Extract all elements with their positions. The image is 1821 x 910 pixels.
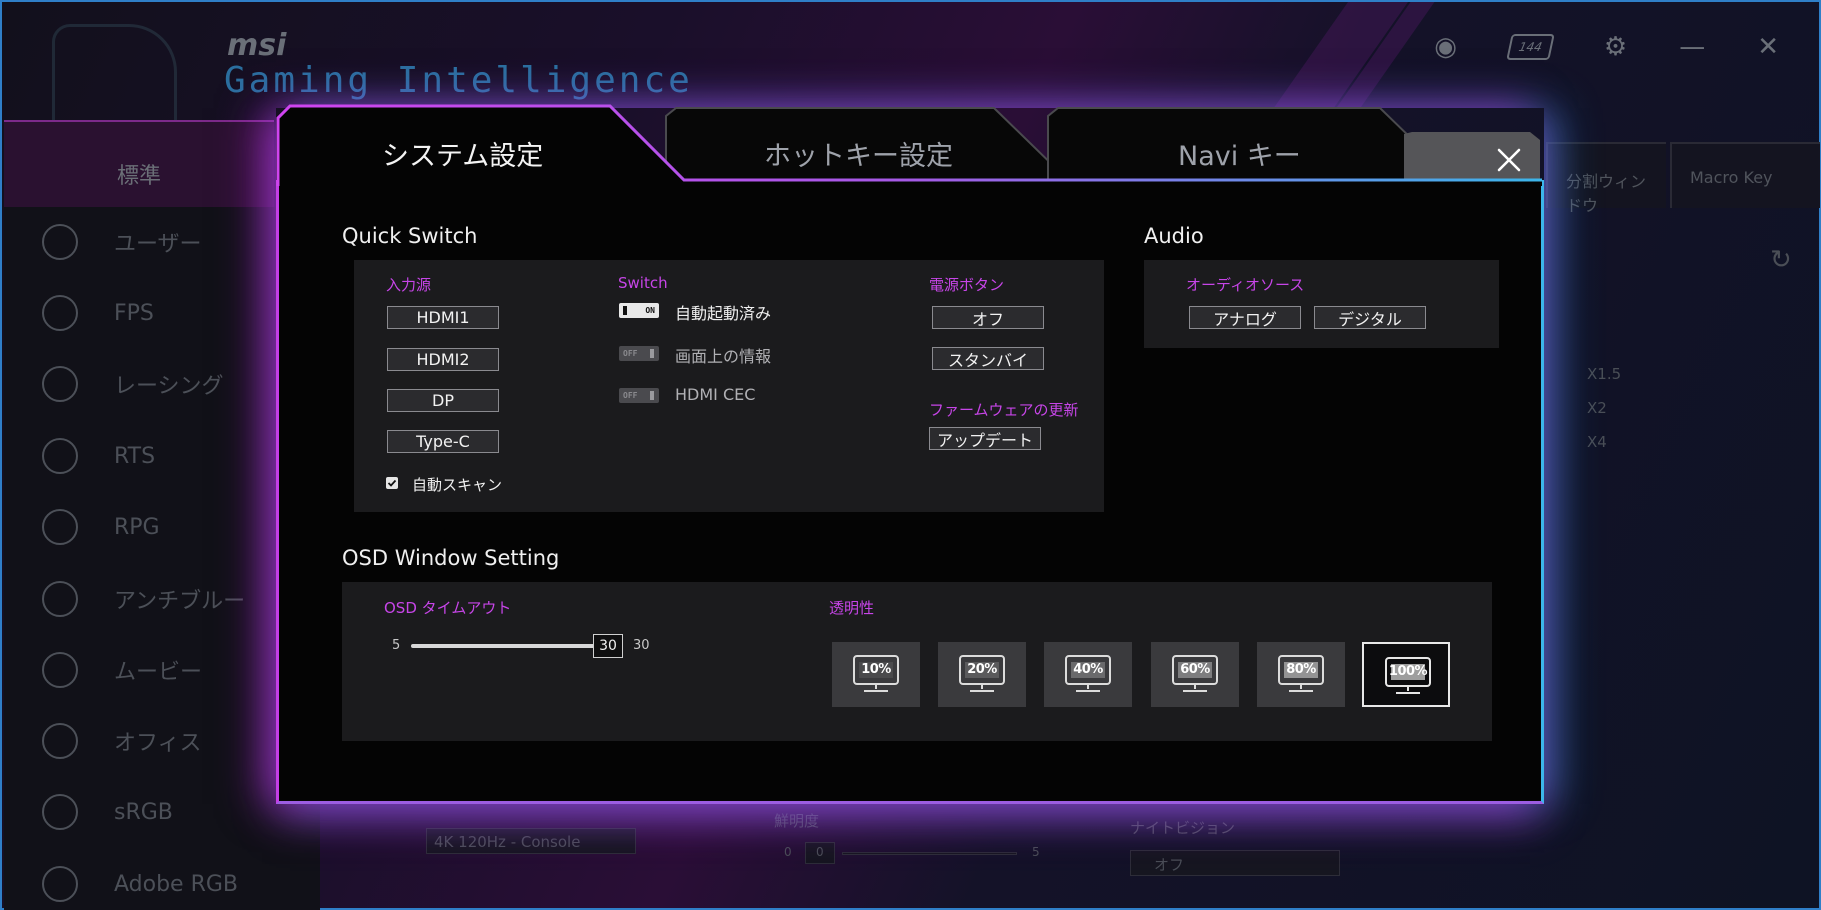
transparency-60-option[interactable]: 60% — [1151, 642, 1239, 707]
sidebar-item-racing[interactable]: レーシング — [42, 366, 224, 402]
tab-navi-key[interactable]: Navi キー — [1178, 134, 1301, 173]
auto-power-on-label: 自動起動済み — [675, 304, 772, 323]
audio-source-label: オーディオソース — [1186, 276, 1305, 294]
osd-timeout-min: 5 — [392, 638, 401, 653]
sidebar-item-srgb[interactable]: sRGB — [42, 794, 173, 830]
input-dp-button[interactable]: DP — [387, 389, 499, 412]
zoom-option[interactable]: X1.5 — [1587, 365, 1621, 383]
transparency-40-label: 40% — [1073, 662, 1103, 677]
transparency-80-option[interactable]: 80% — [1257, 642, 1345, 707]
sharpness-track — [842, 852, 1017, 855]
sidebar-item-user[interactable]: ユーザー — [42, 224, 202, 260]
firmware-update-label: ファームウェアの更新 — [929, 401, 1079, 419]
transparency-10-label: 10% — [861, 662, 891, 677]
transparency-100-label: 100% — [1388, 664, 1428, 679]
refresh-rate-icon[interactable]: 144 — [1506, 34, 1555, 60]
sharpness-min: 0 — [784, 845, 792, 859]
eye-icon — [42, 581, 78, 617]
audio-analog-button[interactable]: アナログ — [1189, 306, 1301, 329]
sidebar-item-office[interactable]: オフィス — [42, 723, 202, 759]
speedometer-icon — [42, 366, 78, 402]
game-mode-icon[interactable]: ◉ — [1434, 32, 1457, 62]
sidebar-item-rts[interactable]: RTS — [42, 438, 155, 474]
tab-hotkey-settings[interactable]: ホットキー設定 — [764, 134, 953, 173]
transparency-40-option[interactable]: 40% — [1044, 642, 1132, 707]
transparency-10-option[interactable]: 10% — [832, 642, 920, 707]
settings-gear-icon[interactable]: ⚙ — [1604, 32, 1627, 62]
resolution-value: 4K 120Hz - Console — [434, 833, 581, 851]
quick-switch-title: Quick Switch — [342, 224, 478, 248]
app-title: Gaming Intelligence — [224, 60, 693, 101]
osd-info-toggle[interactable]: OFF — [619, 346, 659, 361]
sharpness-max: 5 — [1032, 845, 1040, 859]
zoom-option[interactable]: X4 — [1587, 433, 1607, 451]
osd-timeout-max: 30 — [633, 638, 650, 653]
tab-system-settings[interactable]: システム設定 — [382, 134, 543, 173]
title-bar-icons: ◉ 144 ⚙ — ✕ — [1434, 32, 1779, 62]
transparency-20-label: 20% — [967, 662, 997, 677]
shield-icon — [42, 509, 78, 545]
close-icon — [1497, 148, 1521, 172]
hdmi-cec-toggle[interactable]: OFF — [619, 388, 659, 403]
tab-split-window[interactable]: 分割ウィンドウ — [1546, 142, 1666, 215]
crosshair-icon — [42, 295, 78, 331]
adobe-icon — [42, 866, 78, 902]
sharpness-value: 0 — [816, 845, 824, 859]
sidebar-item-adobergb[interactable]: Adobe RGB — [42, 866, 238, 902]
transparency-100-option[interactable]: 100% — [1362, 642, 1450, 707]
transparency-80-label: 80% — [1286, 662, 1316, 677]
transparency-60-label: 60% — [1180, 662, 1210, 677]
tab-standard[interactable]: 標準 — [4, 120, 274, 210]
night-vision-label: ナイトビジョン — [1130, 819, 1236, 837]
sidebar-item-movie[interactable]: ムービー — [42, 652, 202, 688]
firmware-update-button[interactable]: アップデート — [929, 427, 1041, 450]
sidebar-item-rpg[interactable]: RPG — [42, 509, 160, 545]
night-vision-value: オフ — [1154, 856, 1185, 874]
app-logo — [52, 24, 177, 134]
osd-info-label: 画面上の情報 — [675, 347, 772, 366]
switch-label: Switch — [618, 274, 668, 292]
tab-macro-key[interactable]: Macro Key — [1670, 142, 1820, 208]
osd-timeout-slider-track[interactable] — [411, 644, 607, 648]
auto-scan-label: 自動スキャン — [412, 476, 503, 494]
modal-close-button[interactable] — [1484, 140, 1534, 180]
transparency-20-option[interactable]: 20% — [938, 642, 1026, 707]
power-off-button[interactable]: オフ — [932, 306, 1044, 329]
auto-power-on-toggle[interactable]: ON — [619, 303, 659, 318]
hdmi-cec-label: HDMI CEC — [675, 385, 756, 404]
audio-digital-button[interactable]: デジタル — [1314, 306, 1426, 329]
chess-icon — [42, 438, 78, 474]
auto-scan-checkbox[interactable] — [386, 477, 398, 489]
input-source-label: 入力源 — [386, 276, 432, 294]
zoom-option[interactable]: X2 — [1587, 399, 1607, 417]
user-icon — [42, 224, 78, 260]
transparency-label: 透明性 — [829, 599, 875, 617]
window-close-icon[interactable]: ✕ — [1757, 32, 1779, 62]
briefcase-icon — [42, 723, 78, 759]
input-hdmi1-button[interactable]: HDMI1 — [387, 306, 499, 329]
power-standby-button[interactable]: スタンバイ — [932, 347, 1044, 370]
sharpness-label: 鮮明度 — [774, 812, 820, 830]
color-circles-icon — [42, 794, 78, 830]
film-icon — [42, 652, 78, 688]
osd-timeout-label: OSD タイムアウト — [384, 599, 512, 617]
osd-setting-title: OSD Window Setting — [342, 546, 560, 570]
sidebar-item-fps[interactable]: FPS — [42, 295, 154, 331]
checkmark-icon — [387, 479, 397, 487]
refresh-icon[interactable]: ↻ — [1770, 245, 1792, 275]
minimize-icon[interactable]: — — [1679, 32, 1705, 62]
audio-title: Audio — [1144, 224, 1204, 248]
input-typec-button[interactable]: Type-C — [387, 430, 499, 453]
osd-timeout-slider-thumb[interactable]: 30 — [593, 634, 623, 658]
input-hdmi2-button[interactable]: HDMI2 — [387, 348, 499, 371]
sidebar-item-antiblue[interactable]: アンチブルー — [42, 581, 245, 617]
brand-logo: msi — [227, 28, 287, 63]
power-button-label: 電源ボタン — [929, 276, 1005, 294]
